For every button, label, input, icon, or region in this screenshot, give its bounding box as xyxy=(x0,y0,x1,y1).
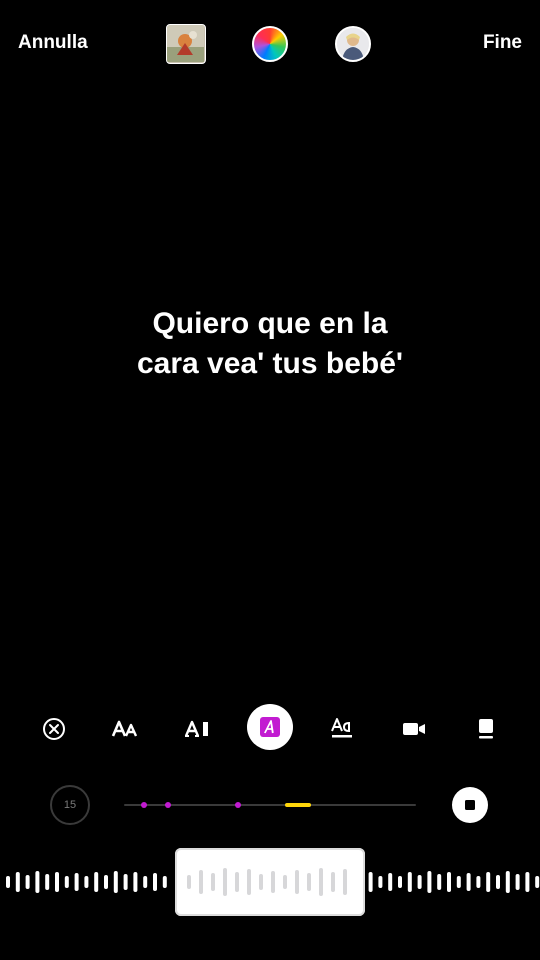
video-clip-button[interactable] xyxy=(392,709,436,749)
typewriter-style-button[interactable] xyxy=(176,709,220,749)
waveform-bar xyxy=(515,874,520,890)
waveform-bar xyxy=(247,869,251,895)
clip-selection-handle[interactable] xyxy=(175,848,365,916)
style-toolbar xyxy=(0,704,540,754)
waveform-bar xyxy=(456,876,461,888)
waveform-bar xyxy=(133,872,138,892)
waveform-bar xyxy=(447,872,451,892)
waveform-bar xyxy=(187,875,191,889)
sticker-icon xyxy=(479,719,493,739)
timeline-marker xyxy=(141,802,148,808)
waveform-bar xyxy=(343,869,347,895)
stop-icon xyxy=(465,800,475,810)
waveform-bar xyxy=(153,873,157,891)
top-bar: Annulla Fine xyxy=(0,0,540,90)
waveform-bar xyxy=(319,868,323,896)
waveform-bar xyxy=(223,868,227,896)
waveform-bar xyxy=(94,872,99,892)
waveform-bar xyxy=(259,874,263,890)
cancel-button[interactable]: Annulla xyxy=(18,32,88,54)
done-button[interactable]: Fine xyxy=(483,32,522,54)
waveform-bar xyxy=(15,872,20,892)
sticker-style-button[interactable] xyxy=(464,709,508,749)
waveform-bar xyxy=(113,871,118,893)
waveform-bar xyxy=(84,876,89,888)
waveform-bar xyxy=(25,875,30,889)
waveform-bar xyxy=(427,871,432,893)
waveform-bar xyxy=(283,875,287,889)
waveform-bar xyxy=(295,870,299,894)
waveform-bar xyxy=(162,876,167,888)
duration-button[interactable]: 15 xyxy=(50,785,90,825)
waveform-bar xyxy=(398,876,402,888)
waveform-bar xyxy=(211,873,215,891)
remove-lyrics-button[interactable] xyxy=(32,709,76,749)
waveform-bar xyxy=(476,876,481,888)
waveform-bar xyxy=(368,872,373,892)
lyrics-line: cara vea' tus bebé' xyxy=(136,347,404,380)
waveform-bar xyxy=(6,876,10,888)
waveform-bar xyxy=(235,872,239,892)
waveform-bar xyxy=(437,874,442,890)
video-icon xyxy=(403,723,425,735)
avatar-image xyxy=(337,28,369,60)
waveform-bar xyxy=(104,875,108,889)
waveform-bar xyxy=(74,873,79,891)
timeline-selection xyxy=(284,803,311,807)
waveform-bar xyxy=(417,875,422,889)
close-circle-icon xyxy=(43,718,65,740)
stop-button[interactable] xyxy=(452,787,488,823)
lyrics-timeline[interactable] xyxy=(124,802,416,808)
caption-style-button[interactable] xyxy=(320,709,364,749)
highlight-style-button[interactable] xyxy=(247,704,293,750)
highlight-text-icon xyxy=(260,717,280,737)
lyrics-line: Quiero que en la xyxy=(152,307,388,340)
album-art-image xyxy=(167,25,204,62)
waveform-bar xyxy=(388,873,393,891)
waveform-bar xyxy=(307,873,311,891)
timeline-marker xyxy=(164,802,171,808)
waveform-bar xyxy=(407,872,412,892)
font-size-icon xyxy=(111,720,138,737)
waveform-bar xyxy=(466,873,471,891)
selected-waveform xyxy=(187,868,347,896)
waveform-bar xyxy=(45,874,50,890)
waveform-bar xyxy=(123,874,128,890)
waveform-bar xyxy=(199,870,203,894)
color-picker-icon[interactable] xyxy=(252,26,288,62)
text-caption-icon xyxy=(331,718,352,738)
timeline-marker xyxy=(234,802,241,808)
waveform-bar xyxy=(525,872,530,892)
waveform-bar xyxy=(378,876,383,888)
waveform-bar xyxy=(35,871,40,893)
album-art-thumbnail[interactable] xyxy=(166,24,206,64)
waveform-bar xyxy=(496,875,500,889)
text-style-icon xyxy=(184,720,208,737)
waveform-bar xyxy=(271,871,275,893)
waveform-bar xyxy=(143,876,148,888)
waveform-bar xyxy=(55,872,59,892)
waveform-bar xyxy=(535,876,540,888)
lyrics-text[interactable]: Quiero que en la cara vea' tus bebé' xyxy=(0,304,540,384)
waveform-bar xyxy=(64,876,69,888)
playback-controls: 15 xyxy=(0,780,540,830)
font-size-button[interactable] xyxy=(103,709,147,749)
avatar[interactable] xyxy=(335,26,371,62)
waveform-bar xyxy=(331,872,335,892)
waveform-bar xyxy=(486,872,491,892)
waveform-bar xyxy=(505,871,510,893)
